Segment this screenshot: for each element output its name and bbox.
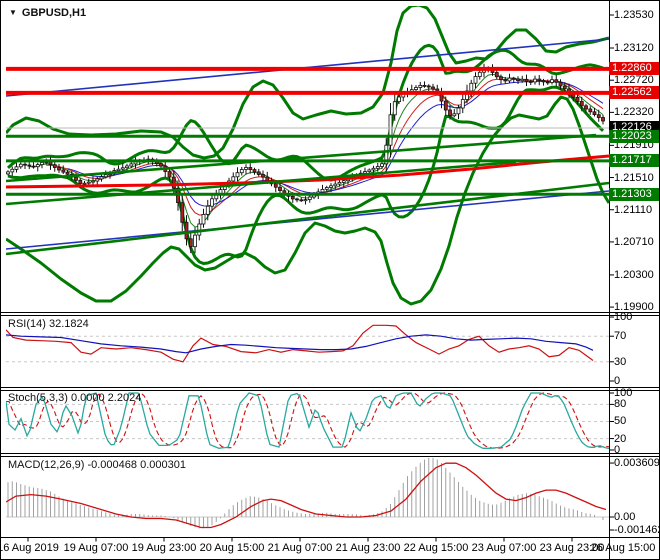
date-axis-label: 19 Aug 07:00 — [63, 542, 129, 554]
stoch-axis-tick-label: 20 — [614, 432, 627, 445]
date-axis-label: 19 Aug 23:00 — [131, 542, 197, 554]
rsi-axis-tick-label: 100 — [614, 311, 633, 324]
macd-signal-line — [6, 462, 607, 529]
date-axis-label: 22 Aug 15:00 — [403, 542, 469, 554]
macd-axis-tick-label: -0.001462 — [614, 524, 660, 536]
price-axis-tick-label: 1.21510 — [614, 171, 654, 184]
symbol-dropdown-icon[interactable]: ▼ — [9, 8, 17, 17]
lower-blue-trendline[interactable] — [6, 190, 609, 250]
rsi-panel — [6, 324, 609, 363]
green-diag-low[interactable] — [6, 160, 517, 206]
date-axis-label: 16 Aug 2019 — [0, 542, 59, 554]
stoch-axis-tick-label: 80 — [614, 398, 627, 411]
trading-chart-window: ▼ GBPUSD,H1 RSI(14) 32.1824 Stoch(5,3,3) … — [0, 0, 660, 560]
price-level-badge: 1.22562 — [609, 86, 659, 100]
macd-axis-tick-label: 0.00 — [614, 510, 636, 523]
symbol-label: ▼ GBPUSD,H1 — [9, 7, 86, 19]
rsi-axis-tick-label: 30 — [614, 355, 627, 368]
chart-canvas[interactable] — [1, 1, 660, 560]
ma-fan — [29, 73, 604, 228]
rsi-axis-tick-label: 70 — [614, 330, 627, 343]
stoch-indicator-label: Stoch(5,3,3) 0.0000 2.2024 — [8, 392, 142, 404]
date-axis-label: 26 Aug 15:00 — [590, 542, 656, 554]
price-axis-tick-label: 1.22720 — [614, 74, 654, 87]
price-axis-tick-label: 1.21110 — [614, 203, 653, 216]
price-level-badge: 1.21303 — [609, 187, 659, 201]
price-axis-tick-label: 1.22320 — [614, 106, 654, 119]
date-axis-label: 23 Aug 07:00 — [471, 542, 537, 554]
rsi-line — [6, 324, 594, 363]
price-level-badge: 1.22023 — [609, 129, 659, 143]
price-level-badge: 1.21717 — [609, 154, 659, 168]
price-level-badge: 1.22860 — [609, 62, 659, 76]
price-axis-tick-label: 1.23120 — [614, 42, 654, 54]
date-axis-label: 21 Aug 07:00 — [267, 542, 333, 554]
price-axis-tick-label: 1.20300 — [614, 268, 654, 281]
date-axis-label: 21 Aug 23:00 — [335, 542, 401, 554]
date-axis-label: 20 Aug 15:00 — [199, 542, 265, 554]
rsi-indicator-label: RSI(14) 32.1824 — [8, 318, 89, 330]
green-diag-mid[interactable] — [6, 133, 597, 183]
macd-axis-tick-label: 0.003609 — [614, 457, 660, 470]
trendlines-layer — [6, 38, 609, 256]
stoch-axis-tick-label: 50 — [614, 415, 627, 428]
symbol-text: GBPUSD,H1 — [21, 7, 87, 19]
price-axis-tick-label: 1.20710 — [614, 235, 654, 248]
macd-signal-layer — [6, 462, 607, 529]
rsi-axis-tick-label: 0 — [614, 374, 621, 387]
stoch-axis-tick-label: 100 — [614, 386, 633, 399]
price-axis-tick-label: 1.23530 — [614, 9, 654, 21]
macd-indicator-label: MACD(12,26,9) -0.000468 0.000301 — [8, 459, 186, 471]
stoch-axis-tick-label: 0 — [614, 443, 621, 456]
